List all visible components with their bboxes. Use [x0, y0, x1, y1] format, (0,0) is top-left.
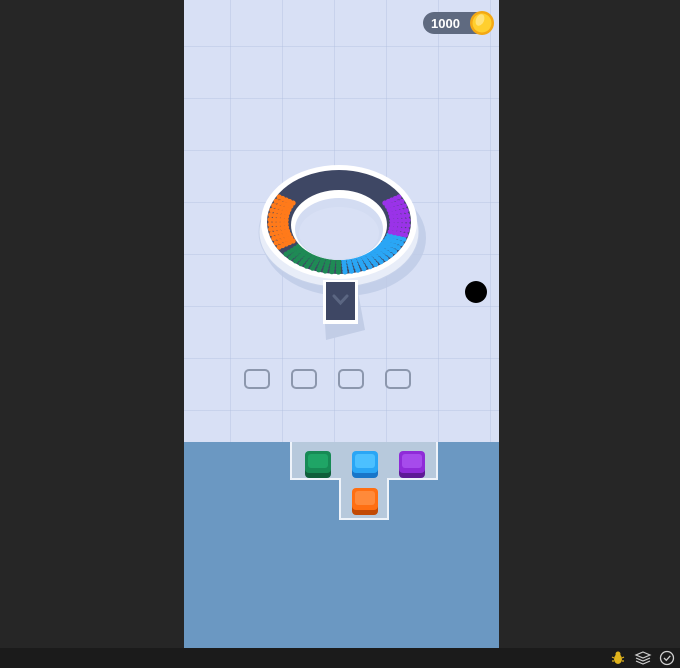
blue-block[interactable]: [350, 449, 380, 479]
right-background-pane: [499, 0, 680, 648]
empty-slot-1: [244, 369, 270, 389]
empty-slot-4: [385, 369, 411, 389]
cursor-dot: [465, 281, 487, 303]
layers-icon[interactable]: [634, 649, 652, 667]
green-block[interactable]: [303, 449, 333, 479]
orange-block[interactable]: [350, 486, 380, 516]
bug-icon[interactable]: [609, 649, 627, 667]
left-background-pane: [0, 0, 184, 648]
taskbar: [0, 648, 680, 668]
empty-slot-3: [338, 369, 364, 389]
game-viewport[interactable]: 1000: [184, 0, 499, 648]
purple-block[interactable]: [397, 449, 427, 479]
check-circle-icon[interactable]: [658, 649, 676, 667]
empty-slot-2: [291, 369, 317, 389]
